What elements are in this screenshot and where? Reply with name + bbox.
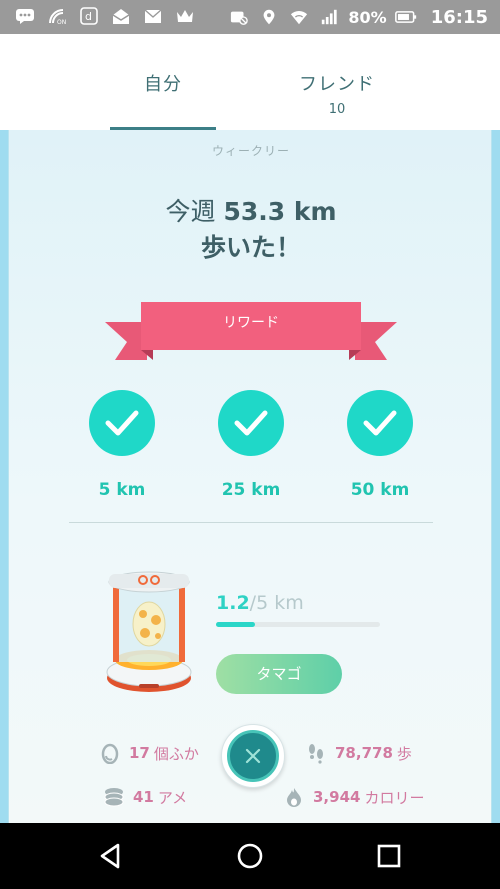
tab-friends[interactable]: フレンド 10 (282, 34, 392, 130)
hatched-stat: 17 個ふか (99, 742, 199, 764)
tab-friends-label: フレンド (299, 74, 375, 95)
crown-icon (174, 6, 196, 26)
milestone-5km: 5 km (87, 390, 157, 500)
tab-friends-count: 10 (328, 102, 346, 117)
egg-button[interactable]: タマゴ (216, 654, 342, 694)
candy-stat: 41 アメ (103, 786, 187, 808)
egg-progress-fill (216, 622, 256, 627)
close-button[interactable] (221, 724, 285, 788)
tab-bar: 自分 フレンド 10 (0, 34, 500, 130)
nfc-icon: ON (46, 6, 68, 26)
tab-self[interactable]: 自分 (110, 34, 216, 130)
status-left-icons: ON d (14, 6, 196, 26)
calories-count: 3,944 (313, 788, 361, 806)
checkmark-icon (234, 410, 268, 436)
location-icon (258, 7, 280, 27)
egg-outline-icon (101, 743, 119, 764)
photo-blocked-icon (228, 7, 250, 27)
hatched-unit: 個ふか (153, 744, 199, 763)
recents-icon (377, 844, 401, 868)
ribbon-label: リワード (223, 315, 279, 331)
steps-stat: 78,778 歩 (305, 742, 412, 764)
milestone-label: 25 km (221, 480, 281, 500)
back-icon (100, 843, 120, 869)
signal-icon (318, 7, 340, 27)
egg-total-distance: /5 km (249, 592, 304, 614)
chat-icon (14, 6, 36, 26)
svg-text:d: d (85, 10, 92, 23)
close-button-inner (227, 730, 279, 782)
checkmark-icon (105, 410, 139, 436)
calories-unit: カロリー (364, 788, 425, 807)
milestone-label: 5 km (98, 480, 146, 500)
candy-stack-icon (104, 788, 124, 807)
milestone-check-badge (347, 390, 413, 456)
weekly-card: ウィークリー 今週 53.3 km 歩いた！ リワード 5 km 25 km 5… (8, 130, 492, 823)
section-divider (69, 522, 433, 523)
system-nav-bar (0, 823, 500, 889)
steps-count: 78,778 (335, 744, 393, 762)
tab-self-label: 自分 (144, 74, 182, 95)
milestone-check-badge (218, 390, 284, 456)
mail-icon (142, 6, 164, 26)
svg-text:ON: ON (57, 19, 66, 25)
egg-progress-bar (216, 622, 380, 627)
flame-icon (287, 788, 301, 807)
weekly-headline: 今週 53.3 km (9, 192, 493, 228)
footprints-icon (309, 744, 323, 764)
battery-icon (394, 7, 417, 27)
docomo-icon: d (78, 6, 100, 26)
journal-card-frame: ウィークリー 今週 53.3 km 歩いた！ リワード 5 km 25 km 5… (0, 130, 500, 823)
nav-home-button[interactable] (233, 839, 267, 873)
reward-ribbon: リワード (105, 302, 397, 364)
headline-suffix: 歩いた！ (200, 233, 301, 262)
mail-open-icon (110, 6, 132, 26)
battery-percent: 80% (348, 7, 387, 27)
calories-stat: 3,944 カロリー (283, 786, 424, 808)
candy-unit: アメ (157, 788, 188, 807)
hatched-count: 17 (129, 744, 150, 762)
wifi-icon (288, 7, 310, 27)
nav-back-button[interactable] (94, 839, 128, 873)
home-icon (237, 843, 263, 869)
weekly-distance: 53.3 km (223, 197, 337, 226)
close-icon (245, 748, 261, 764)
egg-walked-distance: 1.2 (216, 592, 250, 614)
milestone-label: 50 km (350, 480, 410, 500)
weekly-section-label: ウィークリー (211, 144, 290, 158)
milestone-check-badge (89, 390, 155, 456)
egg-progress-text: 1.2/5 km (216, 592, 304, 614)
candy-count: 41 (133, 788, 154, 806)
incubator-icon[interactable] (103, 560, 195, 696)
milestone-50km: 50 km (345, 390, 415, 500)
status-bar: ON d 80% 16:15 (0, 0, 500, 34)
status-right-icons: 80% 16:15 (228, 5, 488, 29)
milestone-25km: 25 km (216, 390, 286, 500)
checkmark-icon (363, 410, 397, 436)
clock: 16:15 (430, 6, 488, 28)
steps-unit: 歩 (396, 744, 412, 763)
nav-recents-button[interactable] (372, 839, 406, 873)
headline-prefix: 今週 (165, 197, 216, 226)
